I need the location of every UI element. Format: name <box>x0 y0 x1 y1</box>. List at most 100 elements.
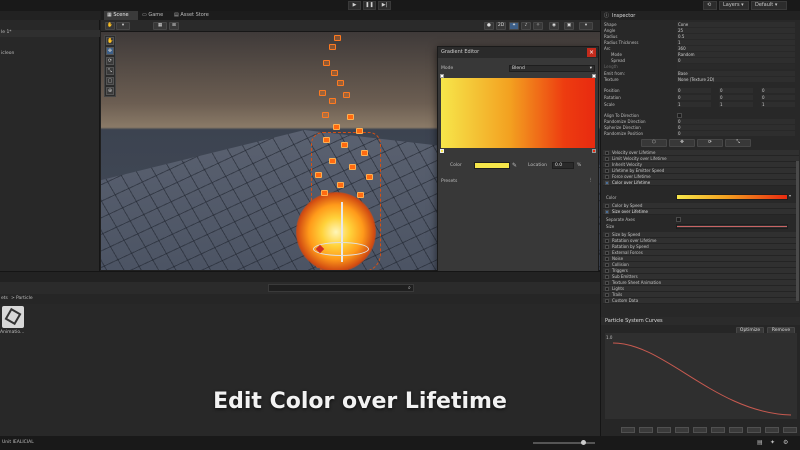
prop-value[interactable]: Random <box>677 52 795 57</box>
zoom-slider[interactable] <box>533 440 595 445</box>
hand-icon[interactable]: ✋ <box>106 37 114 45</box>
module-checkbox[interactable] <box>605 251 609 255</box>
scale-shape-icon[interactable]: ⤡ <box>725 139 751 147</box>
gizmos-dropdown[interactable]: ▾ <box>579 22 593 30</box>
color-key-start[interactable] <box>440 149 444 153</box>
transform-icon[interactable]: ⊕ <box>106 87 114 95</box>
move-shape-icon[interactable]: ✥ <box>669 139 695 147</box>
prop-value[interactable]: 0 <box>677 119 795 124</box>
position-y[interactable]: 0 <box>719 88 753 93</box>
module-checkbox[interactable] <box>605 169 609 173</box>
module-checkbox[interactable] <box>605 204 609 208</box>
hierarchy-item[interactable]: icleon <box>0 51 100 58</box>
curve-preset[interactable] <box>657 427 671 433</box>
module-checkbox[interactable] <box>605 299 609 303</box>
module-checkbox[interactable] <box>605 275 609 279</box>
prop-value[interactable]: Cone <box>677 22 795 27</box>
breadcrumb-folder[interactable]: Particle <box>16 296 33 301</box>
snap-icon[interactable]: ⊞ <box>169 22 179 30</box>
separate-axes-checkbox[interactable] <box>676 217 681 222</box>
scale-x[interactable]: 1 <box>677 102 711 107</box>
2d-toggle-icon[interactable]: 2D <box>496 22 506 30</box>
curve-preset[interactable] <box>765 427 779 433</box>
grid-dropdown[interactable]: ▦ <box>153 22 167 30</box>
visibility-icon[interactable]: ◉ <box>549 22 559 30</box>
rect-icon[interactable]: ▢ <box>106 77 114 85</box>
align-checkbox[interactable] <box>677 113 682 118</box>
module-checkbox[interactable] <box>605 281 609 285</box>
close-icon[interactable]: × <box>587 48 596 57</box>
prop-value[interactable]: Base <box>677 71 795 76</box>
position-z[interactable]: 0 <box>761 88 795 93</box>
prop-value[interactable]: 0 <box>677 58 795 63</box>
prop-value[interactable]: 0 <box>677 131 795 136</box>
edit-shape-icon[interactable]: ⬡ <box>641 139 667 147</box>
size-curve-field[interactable] <box>676 224 788 229</box>
rotate-icon[interactable]: ⟳ <box>106 57 114 65</box>
tab-scene[interactable]: ▦ Scene <box>104 11 138 20</box>
prop-value[interactable]: 0 <box>677 125 795 130</box>
module-checkbox[interactable] <box>605 269 609 273</box>
rotation-x[interactable]: 0 <box>677 95 711 100</box>
prop-value[interactable]: 25 <box>677 28 795 33</box>
eyedropper-icon[interactable]: ✎ <box>512 162 517 169</box>
hierarchy-scene-row[interactable]: le 1* <box>0 30 100 37</box>
curve-preset[interactable] <box>711 427 725 433</box>
scale-z[interactable]: 1 <box>761 102 795 107</box>
tab-game[interactable]: ▭ Game <box>139 11 169 20</box>
pivot-dropdown[interactable]: ▾ <box>116 22 130 30</box>
module-checkbox[interactable] <box>605 263 609 267</box>
color-over-lifetime-gradient[interactable] <box>676 194 788 200</box>
module-checkbox[interactable] <box>605 287 609 291</box>
module-custom-data[interactable]: Custom Data <box>603 298 799 304</box>
effects-icon[interactable]: ✧ <box>533 22 543 30</box>
curve-preset[interactable] <box>639 427 653 433</box>
tab-asset-store[interactable]: ▤ Asset Store <box>171 11 217 20</box>
module-checkbox[interactable] <box>605 245 609 249</box>
color-swatch[interactable] <box>474 162 510 169</box>
gradient-preview[interactable] <box>441 78 595 148</box>
more-icon[interactable]: ⋮ <box>588 178 593 183</box>
rotate-shape-icon[interactable]: ⟳ <box>697 139 723 147</box>
rotation-z[interactable]: 0 <box>761 95 795 100</box>
settings-icon[interactable]: ⚙ <box>783 439 788 446</box>
curve-graph[interactable]: 1.0 <box>605 333 797 419</box>
module-checkbox-checked[interactable] <box>605 181 609 185</box>
module-color-over-lifetime[interactable]: Color over Lifetime <box>603 180 799 186</box>
lighting-status-icon[interactable]: ✦ <box>770 439 775 446</box>
module-checkbox[interactable] <box>605 293 609 297</box>
curve-preset[interactable] <box>621 427 635 433</box>
module-checkbox-checked[interactable] <box>605 210 609 214</box>
chevron-down-icon[interactable]: ▾ <box>789 193 791 198</box>
console-icon[interactable]: ▤ <box>757 439 763 446</box>
prop-value[interactable]: 0.5 <box>677 34 795 39</box>
module-checkbox[interactable] <box>605 151 609 155</box>
module-checkbox[interactable] <box>605 163 609 167</box>
lighting-icon[interactable]: ✦ <box>509 22 519 30</box>
audio-icon[interactable]: ♪ <box>521 22 531 30</box>
scale-icon[interactable]: ⤡ <box>106 67 114 75</box>
step-icon[interactable]: ▶| <box>378 1 391 10</box>
position-x[interactable]: 0 <box>677 88 711 93</box>
rotation-y[interactable]: 0 <box>719 95 753 100</box>
project-search-input[interactable]: ⌕ <box>268 284 414 292</box>
curve-preset[interactable] <box>693 427 707 433</box>
color-key-end[interactable] <box>592 149 596 153</box>
hand-tool-icon[interactable]: ✋ <box>105 22 115 30</box>
module-checkbox[interactable] <box>605 257 609 261</box>
module-checkbox[interactable] <box>605 157 609 161</box>
move-icon[interactable]: ✥ <box>106 47 114 55</box>
play-icon[interactable]: ▶ <box>348 1 361 10</box>
location-input[interactable]: 0.0 <box>552 162 574 169</box>
shading-icon[interactable]: ● <box>484 22 494 30</box>
curve-preset[interactable] <box>783 427 797 433</box>
animation-asset-icon[interactable] <box>2 306 24 328</box>
curve-preset[interactable] <box>675 427 689 433</box>
layers-dropdown[interactable]: Layers ▾ <box>719 1 749 10</box>
pause-icon[interactable]: ❚❚ <box>363 1 376 10</box>
inspector-scrollbar[interactable] <box>796 161 799 301</box>
mode-dropdown[interactable]: Blend ▾ <box>509 65 595 72</box>
asset-name[interactable]: Animatio... <box>0 330 24 335</box>
module-checkbox[interactable] <box>605 239 609 243</box>
prop-value[interactable]: 360 <box>677 46 795 51</box>
